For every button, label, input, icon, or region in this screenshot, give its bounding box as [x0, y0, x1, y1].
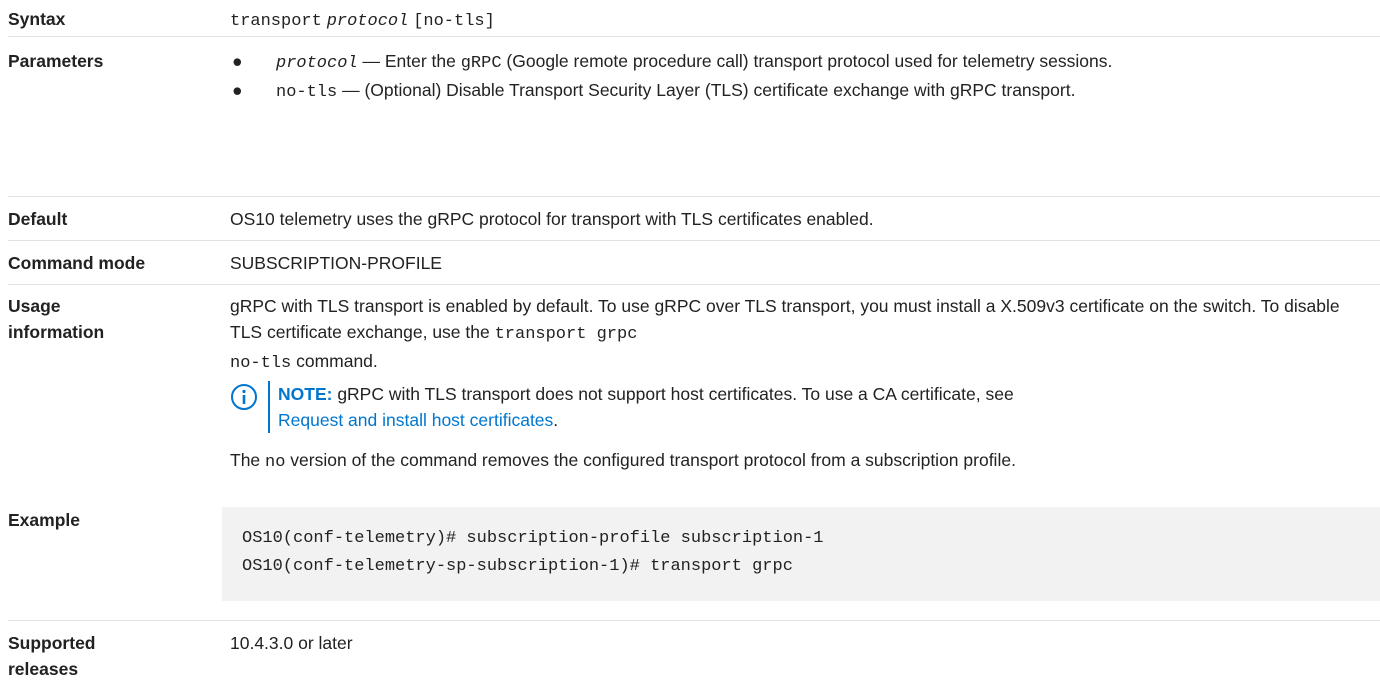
- note-bar: [268, 381, 270, 433]
- parameters-row: Parameters ● protocol — Enter the gRPC (…: [8, 36, 1380, 183]
- parameter-item-protocol: ● protocol — Enter the gRPC (Google remo…: [230, 48, 1360, 77]
- usage-code-transport-grpc: transport grpc: [494, 325, 638, 344]
- parameter-code: gRPC: [460, 54, 502, 73]
- default-row: Default OS10 telemetry uses the gRPC pro…: [8, 196, 1380, 237]
- bullet-icon: ●: [232, 80, 243, 100]
- parameter-text: — Enter the: [357, 51, 461, 71]
- supported-label-line2: releases: [8, 659, 79, 679]
- example-label: Example: [8, 510, 80, 530]
- note-end: .: [553, 410, 559, 430]
- usage-label: Usage information: [8, 293, 208, 345]
- code-line: OS10(conf-telemetry-sp-subscription-1)# …: [242, 557, 793, 576]
- parameter-text: (Google remote procedure call) transport…: [501, 51, 1113, 71]
- host-certificates-link[interactable]: Request and install host certificates: [278, 410, 553, 430]
- command-mode-label: Command mode: [8, 253, 146, 273]
- no-version-paragraph: The no version of the command removes th…: [230, 447, 1360, 476]
- note-text: gRPC with TLS transport does not support…: [332, 384, 1014, 404]
- syntax-label: Syntax: [8, 9, 66, 29]
- parameter-term: no-tls: [276, 83, 338, 102]
- bullet-icon: ●: [232, 51, 243, 71]
- parameters-label: Parameters: [8, 51, 104, 71]
- supported-label: Supported releases: [8, 630, 208, 682]
- syntax-parameter: protocol: [326, 12, 409, 31]
- supported-label-line1: Supported: [8, 633, 96, 653]
- usage-code-no-tls: no-tls: [230, 354, 292, 373]
- note-title: NOTE:: [278, 384, 333, 404]
- syntax-command: transport: [230, 12, 322, 31]
- no-version-text: The: [230, 450, 266, 470]
- command-reference-page: Syntax transport protocol [no-tls] Param…: [0, 0, 1380, 679]
- usage-content: gRPC with TLS transport is enabled by de…: [230, 293, 1360, 476]
- usage-text: gRPC with TLS transport is enabled by de…: [230, 296, 1340, 342]
- usage-text-end: command.: [291, 351, 378, 371]
- parameters-content: ● protocol — Enter the gRPC (Google remo…: [230, 48, 1360, 106]
- usage-label-line2: information: [8, 322, 105, 342]
- note-block: NOTE: gRPC with TLS transport does not s…: [230, 381, 1360, 433]
- usage-row: Usage information gRPC with TLS transpor…: [8, 284, 1380, 472]
- no-version-code: no: [265, 453, 286, 472]
- command-mode-text: SUBSCRIPTION-PROFILE: [230, 253, 442, 273]
- syntax-content: transport protocol [no-tls]: [230, 6, 1360, 35]
- default-text: OS10 telemetry uses the gRPC protocol fo…: [230, 209, 874, 229]
- usage-paragraph: gRPC with TLS transport is enabled by de…: [230, 293, 1360, 377]
- supported-row: Supported releases 10.4.3.0 or later: [8, 620, 1380, 680]
- supported-text: 10.4.3.0 or later: [230, 633, 353, 653]
- command-mode-row: Command mode SUBSCRIPTION-PROFILE: [8, 240, 1380, 281]
- parameters-list: ● protocol — Enter the gRPC (Google remo…: [230, 48, 1360, 106]
- parameter-text: — (Optional) Disable Transport Security …: [337, 80, 1076, 100]
- code-line: OS10(conf-telemetry)# subscription-profi…: [242, 529, 824, 548]
- parameter-item-no-tls: ● no-tls — (Optional) Disable Transport …: [230, 77, 1360, 106]
- info-icon: [231, 384, 257, 410]
- no-version-text-end: version of the command removes the confi…: [285, 450, 1016, 470]
- parameter-term: protocol: [276, 54, 358, 73]
- syntax-option: [no-tls]: [413, 12, 495, 31]
- example-code-block: OS10(conf-telemetry)# subscription-profi…: [222, 507, 1380, 601]
- usage-label-line1: Usage: [8, 296, 61, 316]
- default-label: Default: [8, 209, 68, 229]
- syntax-row: Syntax transport protocol [no-tls]: [8, 0, 1380, 34]
